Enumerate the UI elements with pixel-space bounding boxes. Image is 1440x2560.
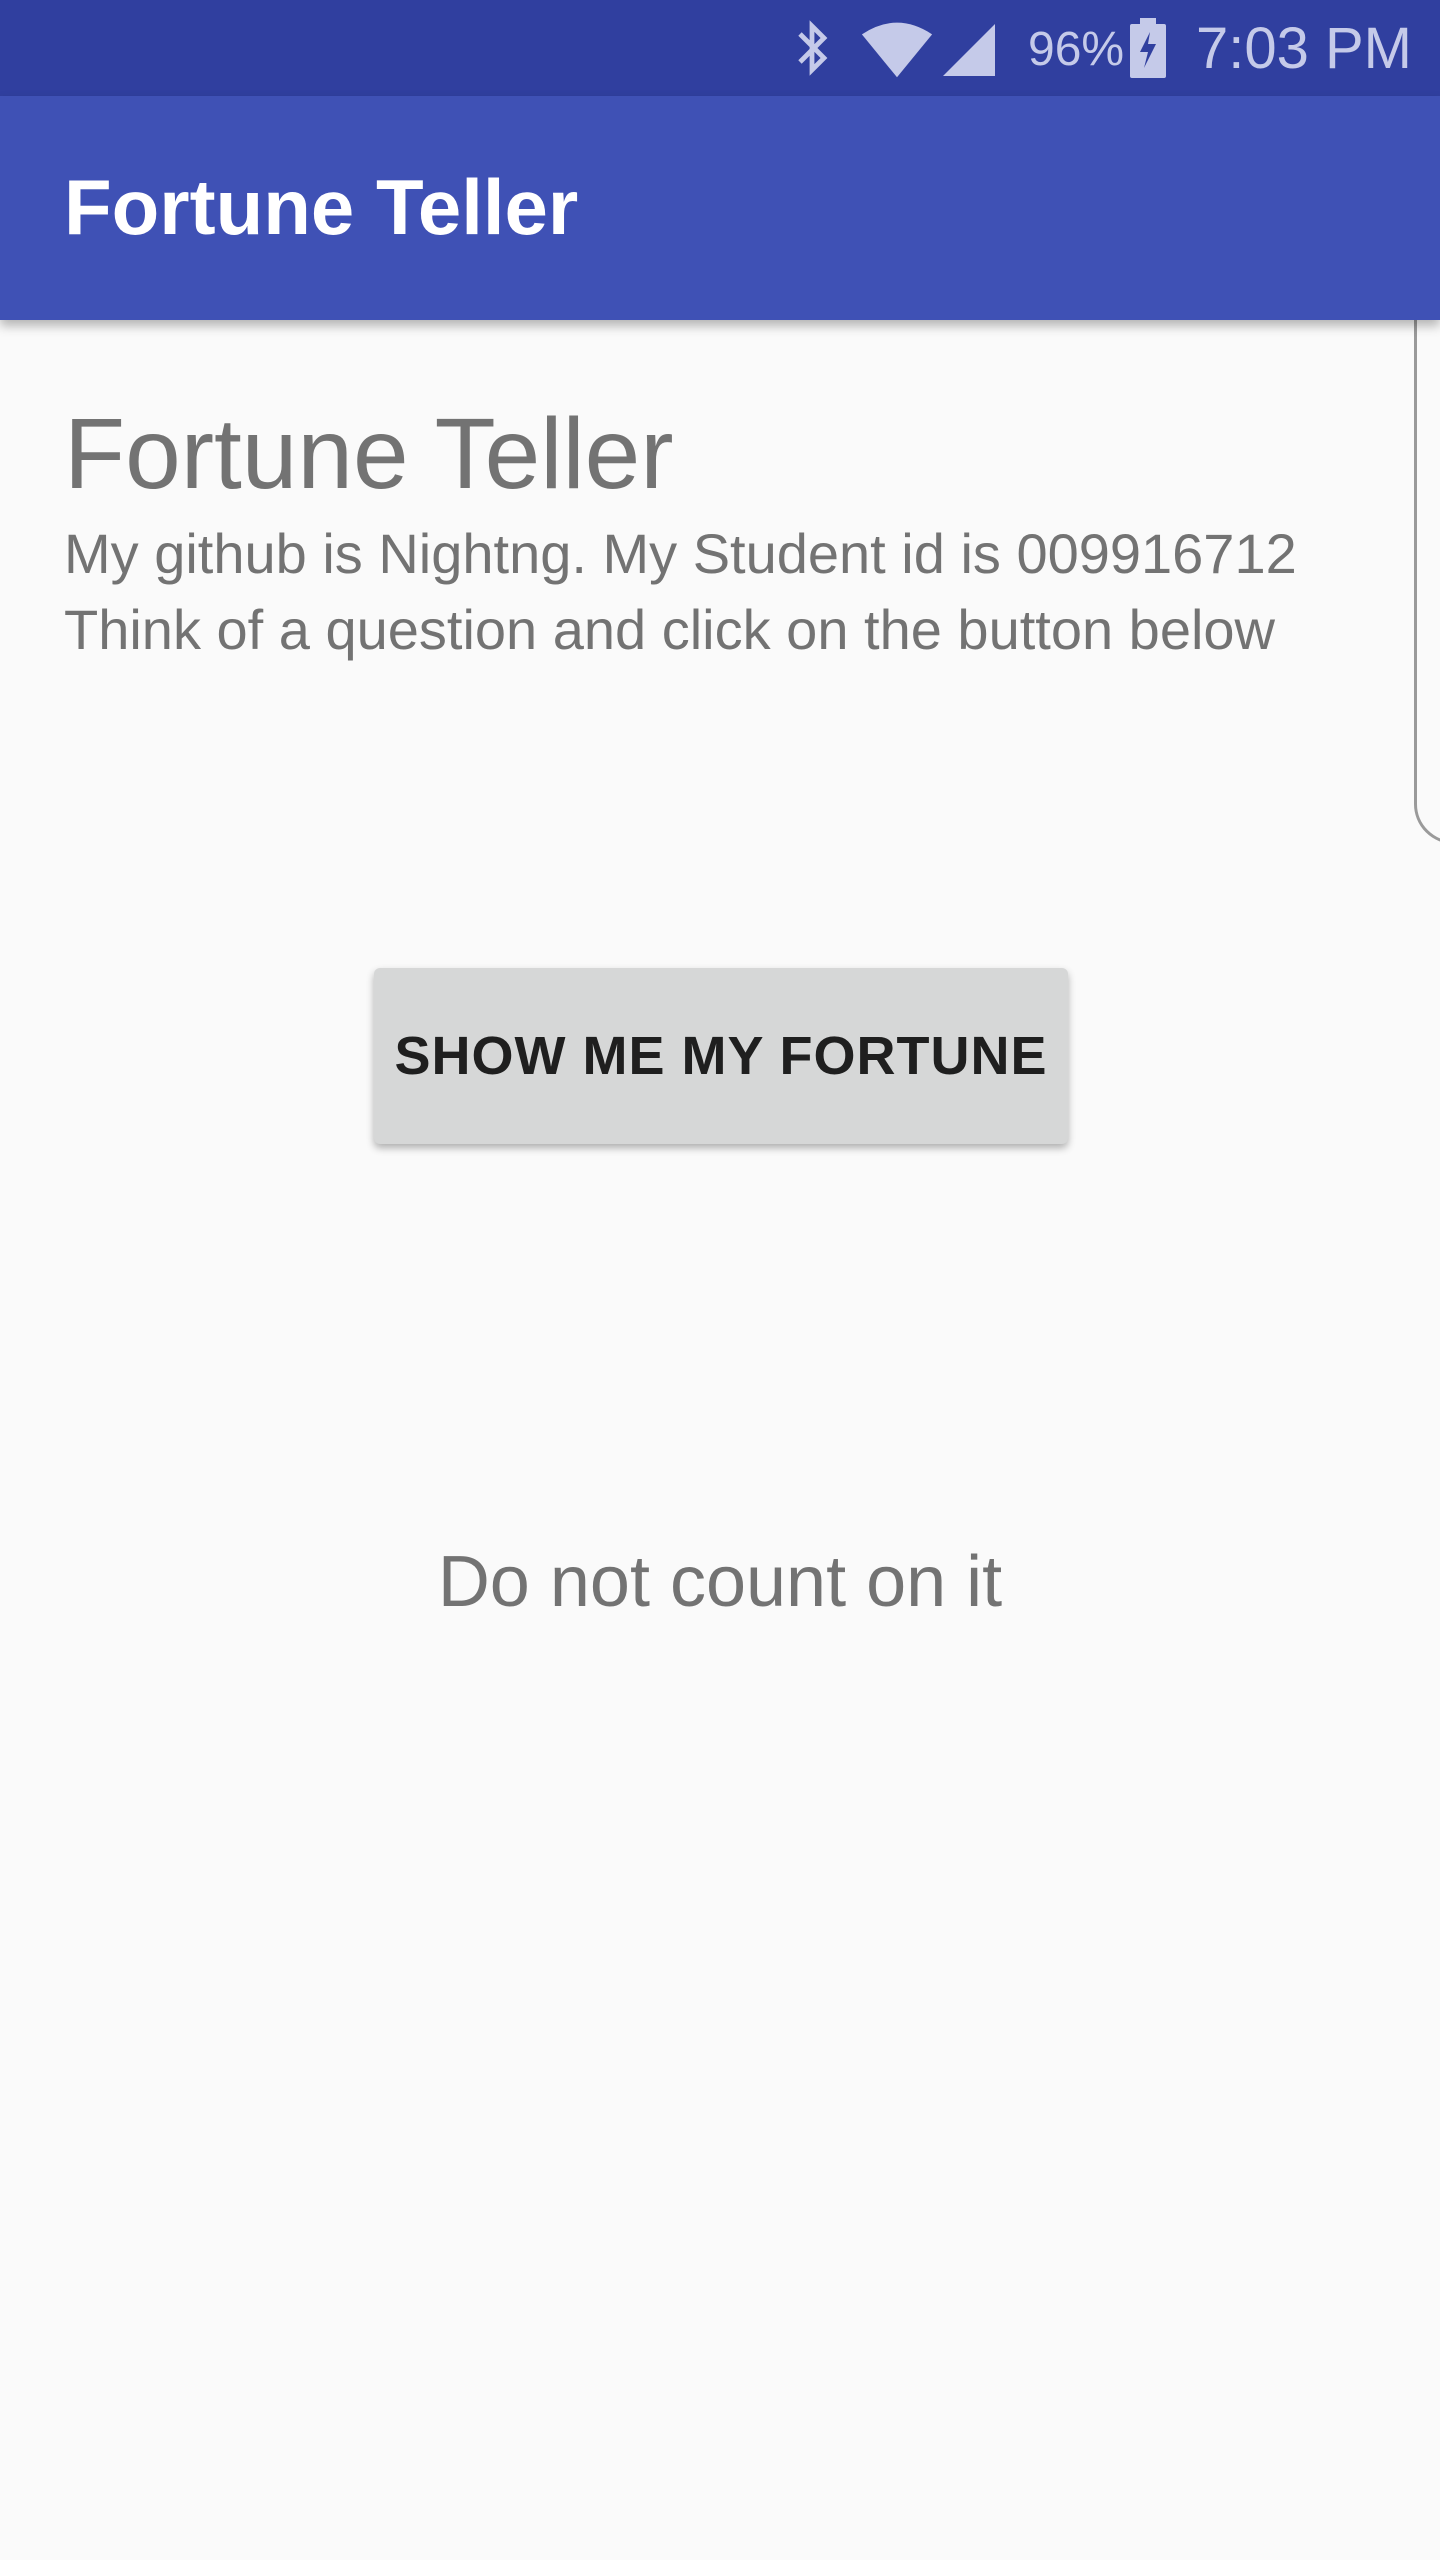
show-fortune-button[interactable]: SHOW ME MY FORTUNE — [374, 968, 1068, 1144]
battery-percent: 96% — [1028, 23, 1125, 76]
status-bar: 96% 7:03 PM — [0, 0, 1440, 96]
status-clock: 7:03 PM — [1196, 16, 1412, 81]
instructions-text: Think of a question and click on the but… — [64, 598, 1275, 661]
fortune-result-text: Do not count on it — [437, 1542, 1003, 1622]
app-bar-title: Fortune Teller — [64, 163, 579, 251]
bluetooth-icon — [798, 20, 828, 76]
screen-edge-artifact — [1414, 258, 1440, 844]
battery-charging-icon — [1130, 18, 1166, 78]
cell-signal-icon — [943, 24, 995, 76]
github-info-text: My github is Nightng. My Student id is 0… — [64, 522, 1297, 585]
wifi-icon — [861, 22, 933, 78]
app-bar: Fortune Teller — [0, 96, 1440, 320]
app-screen: 96% 7:03 PM Fortune Teller Fortune Telle… — [0, 0, 1440, 2560]
page-title: Fortune Teller — [64, 398, 674, 510]
